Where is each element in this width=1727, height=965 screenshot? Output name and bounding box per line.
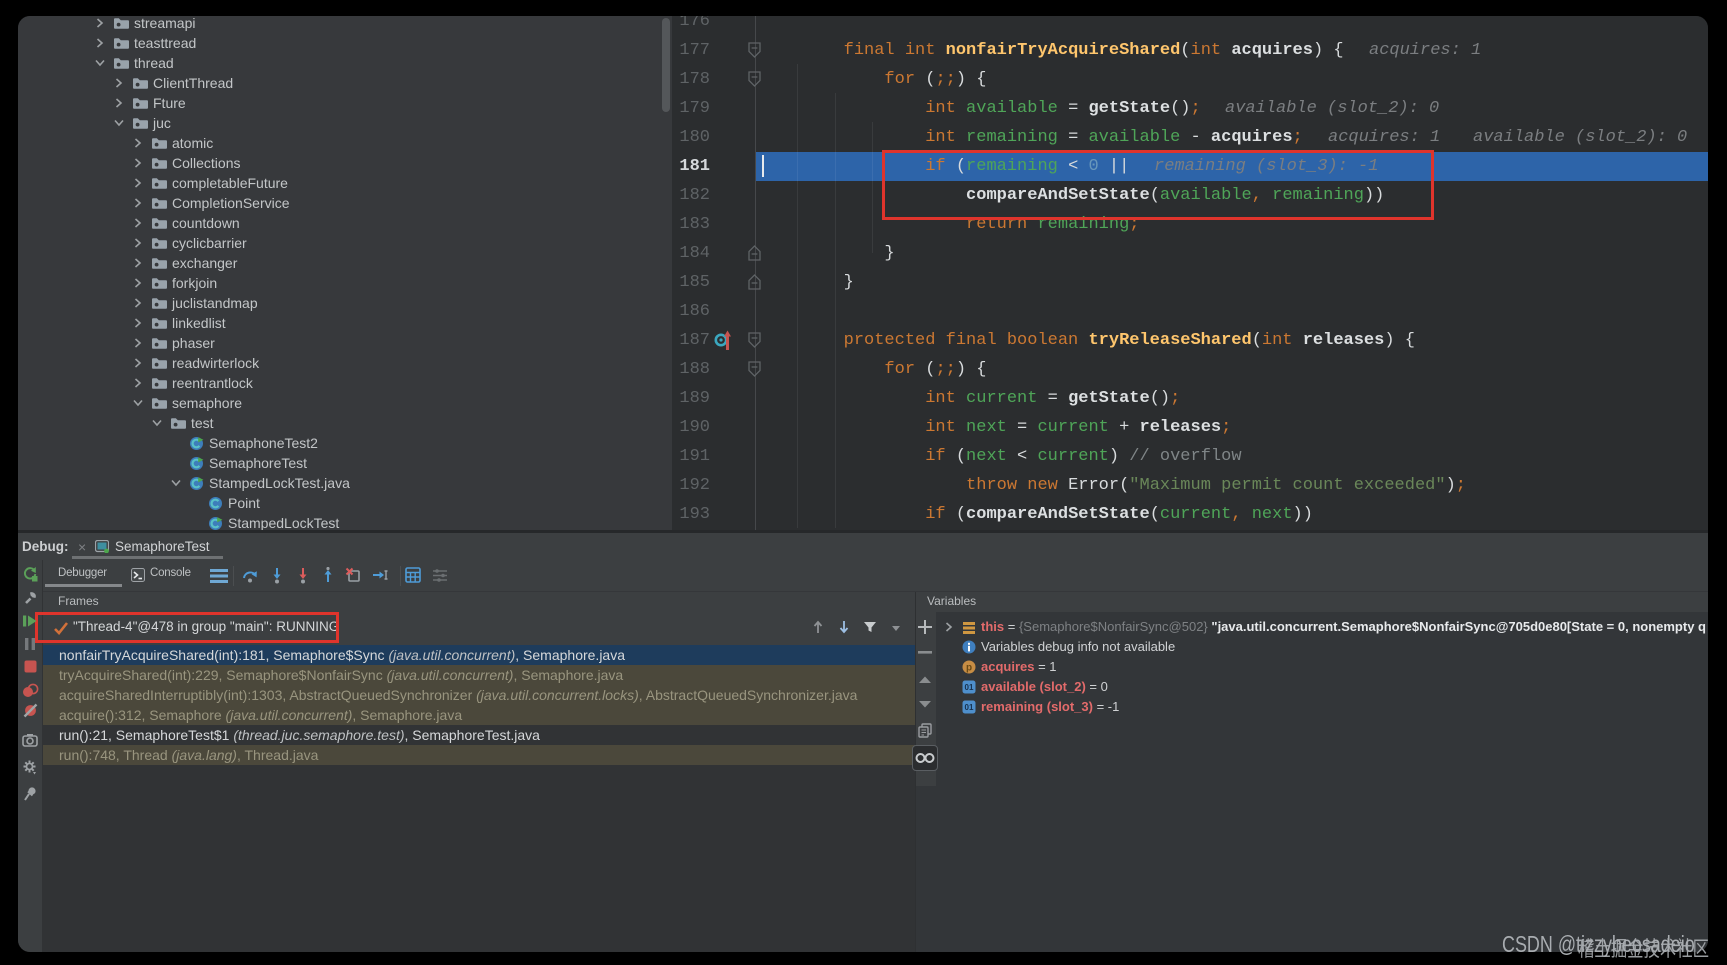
svg-text:01: 01 <box>965 683 974 692</box>
svg-text:p: p <box>966 663 972 674</box>
svg-text:01: 01 <box>965 703 974 712</box>
